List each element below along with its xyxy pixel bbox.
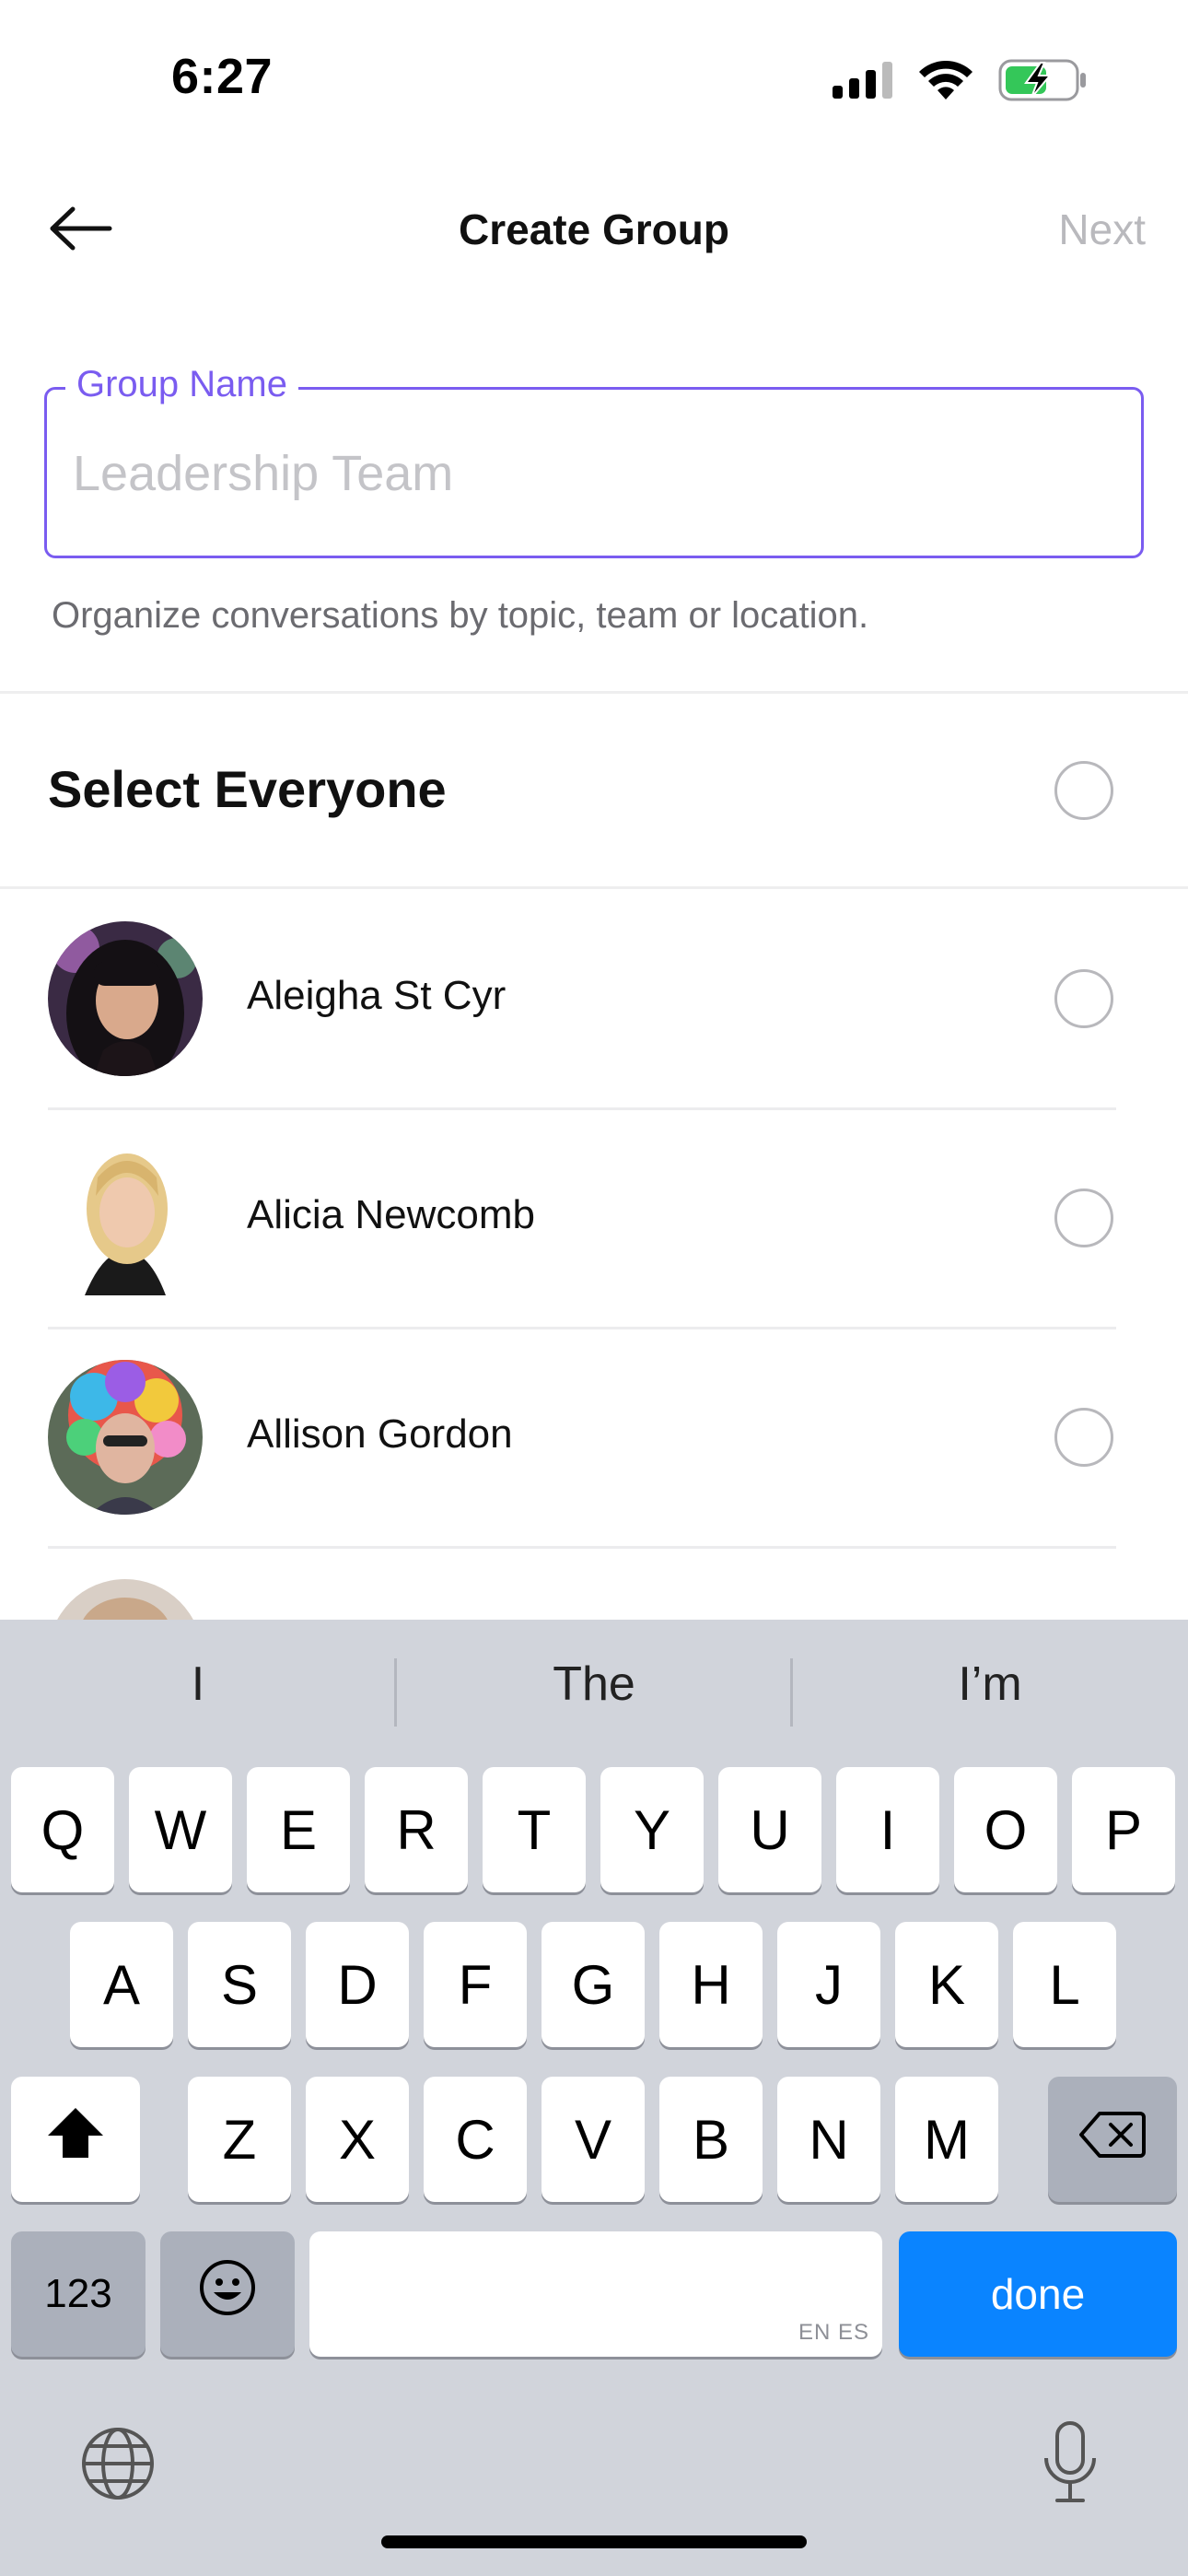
avatar xyxy=(48,1141,203,1295)
member-row[interactable]: Alicia Newcomb xyxy=(0,1111,1188,1332)
nav-bar: Create Group Next xyxy=(0,184,1188,276)
key-b[interactable]: B xyxy=(659,2077,763,2202)
key-r[interactable]: R xyxy=(365,1767,468,1892)
key-e[interactable]: E xyxy=(247,1767,350,1892)
key-h[interactable]: H xyxy=(659,1922,763,2047)
delete-key[interactable] xyxy=(1048,2077,1177,2202)
key-m[interactable]: M xyxy=(895,2077,998,2202)
key-a[interactable]: A xyxy=(70,1922,173,2047)
microphone-icon xyxy=(1041,2419,1100,2509)
suggestion-item[interactable]: I xyxy=(0,1657,396,1712)
key-t[interactable]: T xyxy=(483,1767,586,1892)
globe-icon xyxy=(80,2426,156,2506)
member-select-radio[interactable] xyxy=(1054,1188,1113,1247)
section-divider xyxy=(0,886,1188,889)
status-icons xyxy=(833,59,1087,101)
done-key[interactable]: done xyxy=(899,2231,1177,2357)
status-time: 6:27 xyxy=(171,49,274,104)
group-name-helper-text: Organize conversations by topic, team or… xyxy=(52,595,869,636)
emoji-icon xyxy=(199,2259,256,2329)
section-divider xyxy=(0,691,1188,694)
row-divider xyxy=(48,1107,1116,1110)
key-f[interactable]: F xyxy=(424,1922,527,2047)
emoji-key[interactable] xyxy=(160,2231,295,2357)
key-q[interactable]: Q xyxy=(11,1767,114,1892)
home-indicator xyxy=(381,2535,807,2548)
member-select-radio[interactable] xyxy=(1054,1408,1113,1467)
key-u[interactable]: U xyxy=(718,1767,821,1892)
key-l[interactable]: L xyxy=(1013,1922,1116,2047)
row-divider xyxy=(48,1546,1116,1549)
dictation-button[interactable] xyxy=(1028,2418,1112,2510)
row-divider xyxy=(48,1327,1116,1329)
delete-icon xyxy=(1079,2108,1146,2172)
status-bar: 6:27 xyxy=(0,0,1188,147)
group-name-field[interactable]: Group Name xyxy=(44,364,1144,558)
member-name: Alicia Newcomb xyxy=(247,1192,535,1237)
key-k[interactable]: K xyxy=(895,1922,998,2047)
key-o[interactable]: O xyxy=(954,1767,1057,1892)
key-x[interactable]: X xyxy=(306,2077,409,2202)
key-c[interactable]: C xyxy=(424,2077,527,2202)
avatar xyxy=(48,921,203,1076)
member-row[interactable] xyxy=(0,1550,1188,1620)
shift-icon xyxy=(46,2106,105,2172)
battery-charging-icon xyxy=(998,59,1087,101)
shift-key[interactable] xyxy=(11,2077,140,2202)
key-w[interactable]: W xyxy=(129,1767,232,1892)
select-everyone-row[interactable]: Select Everyone xyxy=(0,695,1188,886)
avatar xyxy=(48,1360,203,1515)
member-name: Allison Gordon xyxy=(247,1411,513,1457)
suggestion-bar: I The I’m xyxy=(0,1620,1188,1767)
next-button[interactable]: Next xyxy=(1058,205,1146,254)
space-key[interactable]: EN ES xyxy=(309,2231,882,2357)
numbers-key[interactable]: 123 xyxy=(11,2231,146,2357)
key-i[interactable]: I xyxy=(836,1767,939,1892)
cellular-signal-icon xyxy=(833,62,893,99)
wifi-icon xyxy=(919,61,973,100)
space-language-hint: EN ES xyxy=(798,2320,869,2345)
key-g[interactable]: G xyxy=(542,1922,645,2047)
suggestion-item[interactable]: I’m xyxy=(792,1657,1188,1712)
key-d[interactable]: D xyxy=(306,1922,409,2047)
key-v[interactable]: V xyxy=(542,2077,645,2202)
page-title: Create Group xyxy=(459,205,729,253)
group-name-label: Group Name xyxy=(65,364,298,405)
key-p[interactable]: P xyxy=(1072,1767,1175,1892)
globe-button[interactable] xyxy=(76,2423,160,2508)
avatar xyxy=(48,1579,203,1620)
keyboard: I The I’m Q W E R T Y U I O P A S D F G … xyxy=(0,1620,1188,2576)
key-y[interactable]: Y xyxy=(600,1767,704,1892)
select-everyone-radio[interactable] xyxy=(1054,761,1113,820)
key-n[interactable]: N xyxy=(777,2077,880,2202)
suggestion-item[interactable]: The xyxy=(396,1657,792,1712)
select-everyone-label: Select Everyone xyxy=(48,760,447,818)
group-name-input[interactable] xyxy=(73,441,1113,506)
key-s[interactable]: S xyxy=(188,1922,291,2047)
member-row[interactable]: Allison Gordon xyxy=(0,1330,1188,1551)
member-name: Aleigha St Cyr xyxy=(247,973,507,1018)
key-j[interactable]: J xyxy=(777,1922,880,2047)
member-row[interactable]: Aleigha St Cyr xyxy=(0,892,1188,1113)
key-z[interactable]: Z xyxy=(188,2077,291,2202)
member-select-radio[interactable] xyxy=(1054,969,1113,1028)
